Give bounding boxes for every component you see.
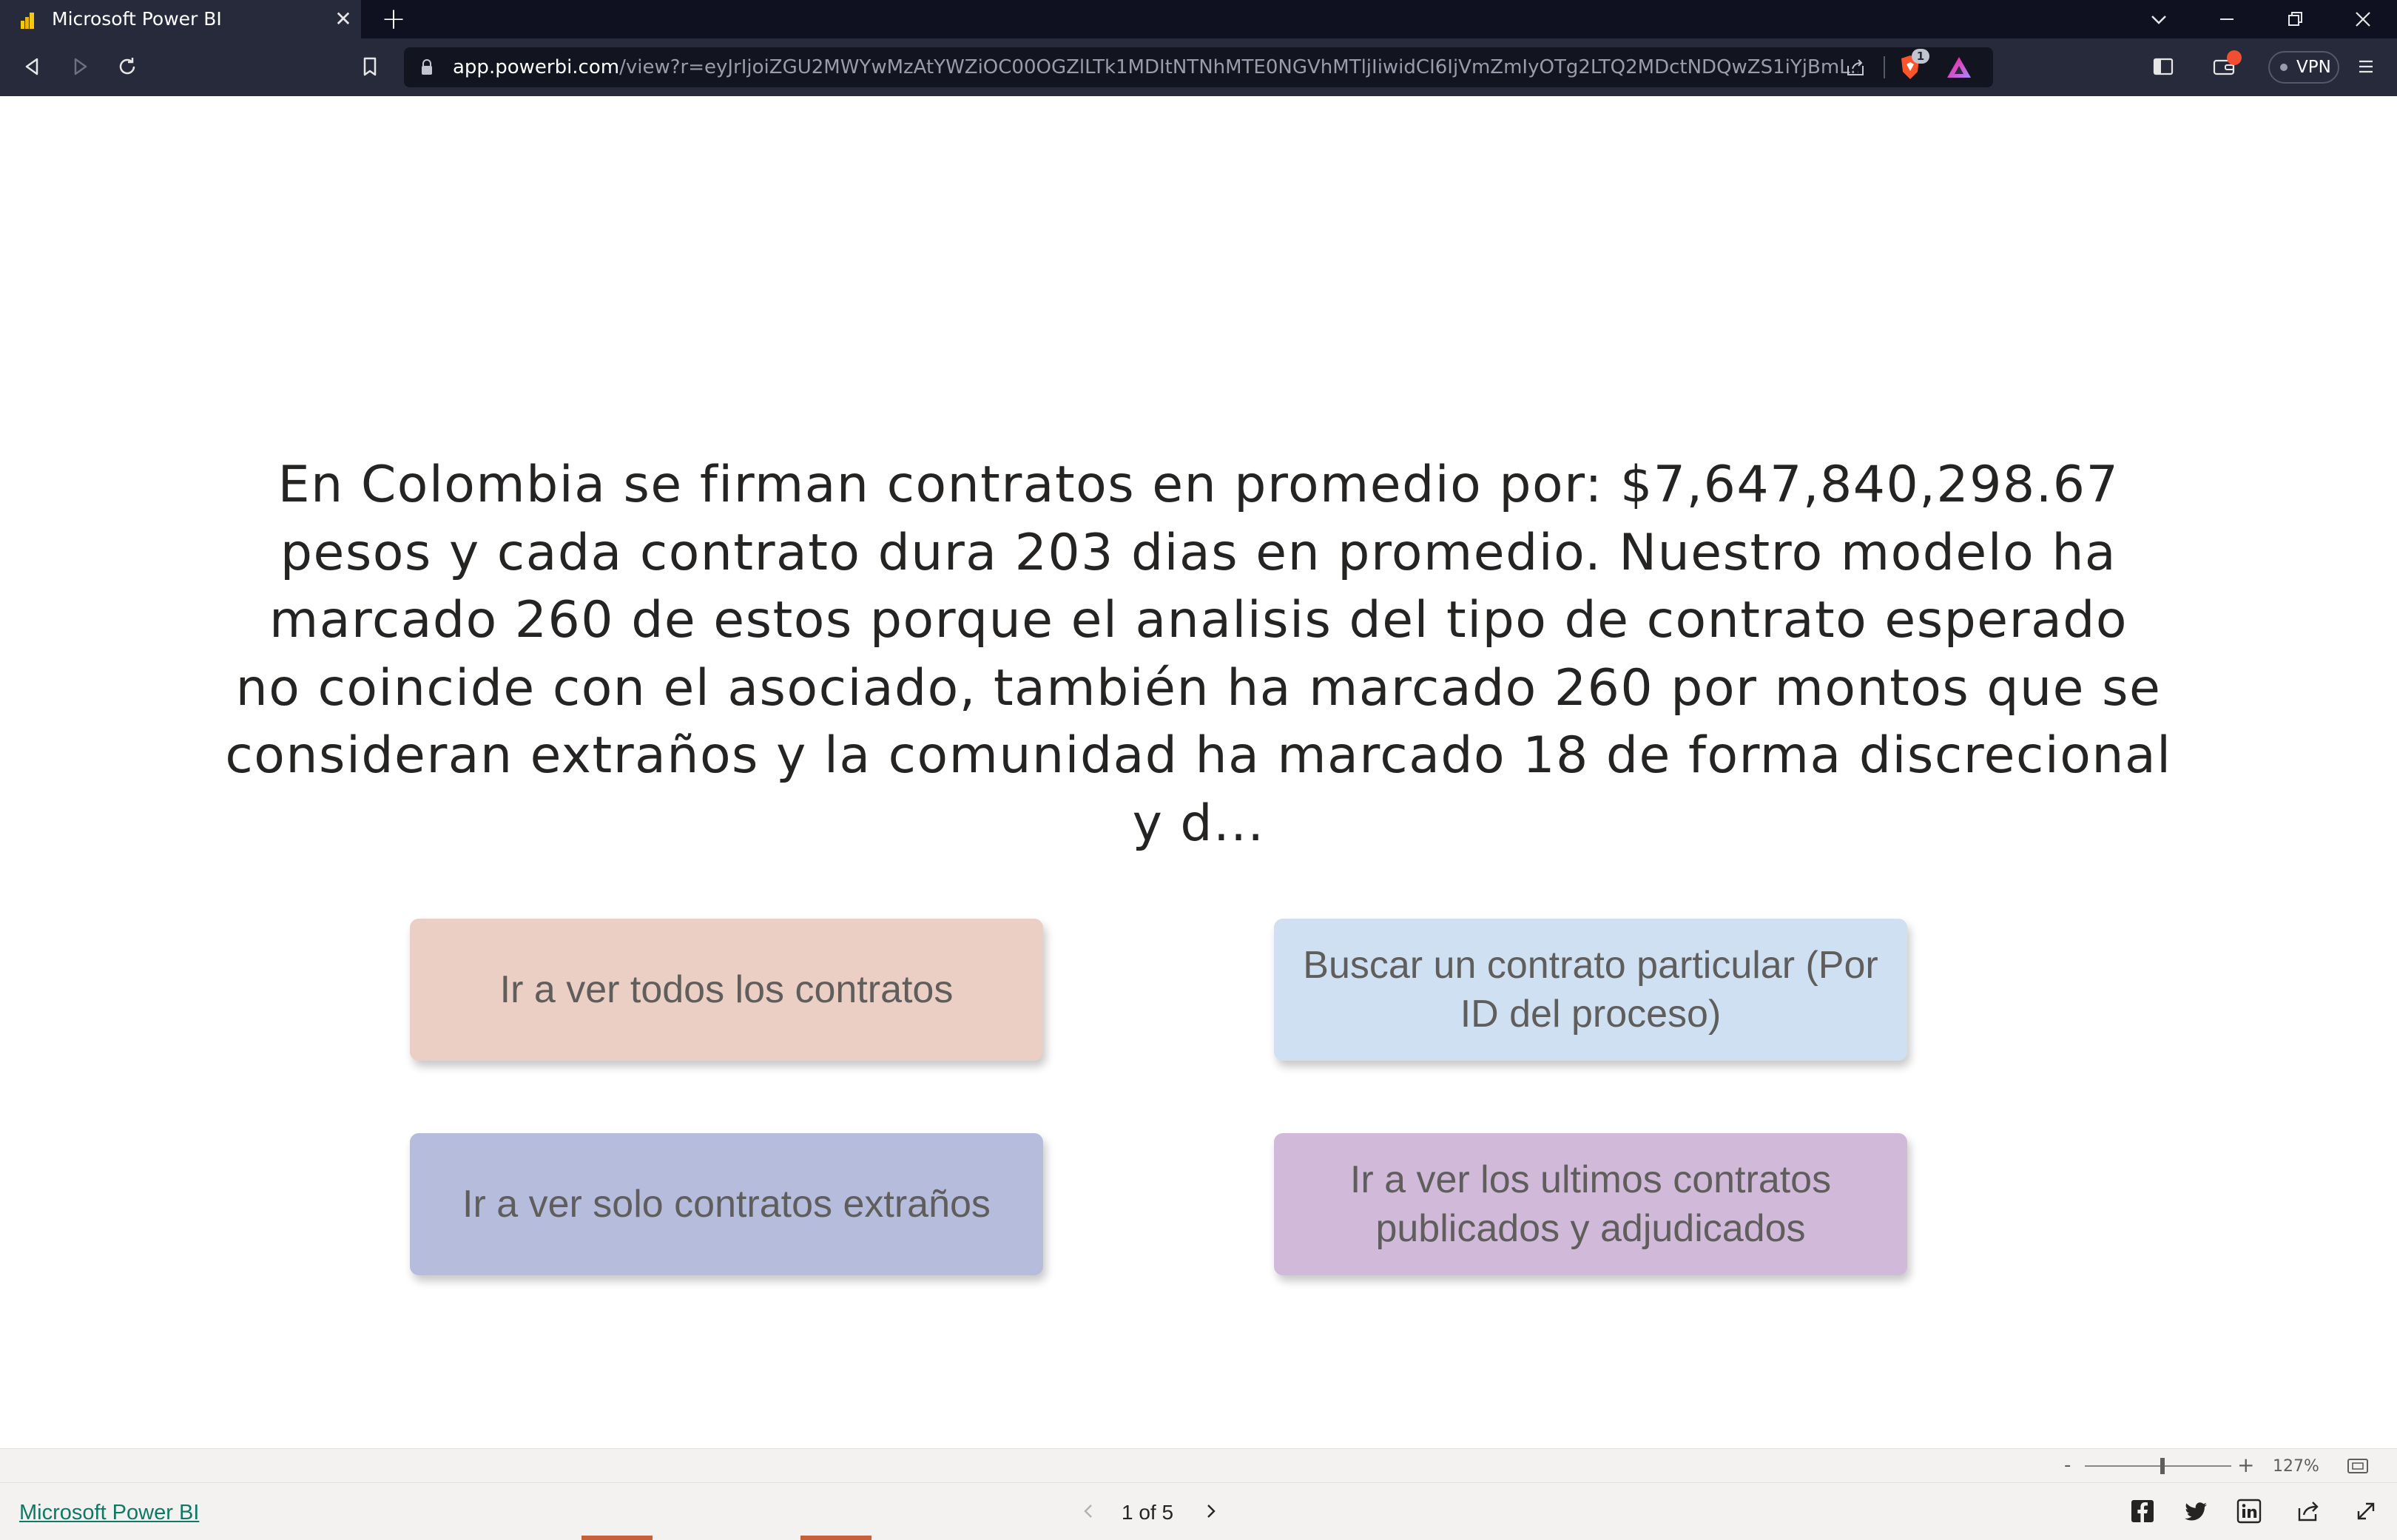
facebook-icon[interactable]: [2129, 1498, 2156, 1524]
zoom-slider-track[interactable]: [2085, 1465, 2231, 1467]
linkedin-icon[interactable]: [2236, 1498, 2262, 1524]
close-window-icon[interactable]: [2348, 4, 2378, 34]
taskbar-indicator: [581, 1536, 653, 1540]
fit-to-page-icon[interactable]: [2347, 1458, 2369, 1474]
address-bar[interactable]: app.powerbi.com/view?r=eyJrIjoiZGU2MWYwM…: [404, 47, 1993, 87]
view-latest-contracts-button[interactable]: Ir a ver los ultimos contratos publicado…: [1274, 1133, 1907, 1275]
summary-line: marcado 260 de estos porque el analisis …: [269, 591, 2128, 649]
url-text[interactable]: app.powerbi.com/view?r=eyJrIjoiZGU2MWYwM…: [453, 54, 1858, 81]
summary-line: no coincide con el asociado, también ha …: [235, 658, 2162, 717]
sidebar-icon[interactable]: [2148, 52, 2178, 81]
report-canvas: En Colombia se firman contratos en prome…: [0, 96, 2397, 1448]
taskbar-indicator: [800, 1536, 872, 1540]
powerbi-logo-icon: [21, 13, 34, 29]
new-tab-button[interactable]: +: [379, 4, 408, 34]
summary-line: En Colombia se firman contratos en prome…: [277, 456, 2120, 514]
back-icon[interactable]: [18, 52, 47, 81]
tab-bar: Microsoft Power BI ✕ +: [0, 0, 2397, 38]
url-host: app.powerbi.com: [453, 56, 620, 78]
bookmark-icon[interactable]: [355, 52, 385, 81]
browser-toolbar: app.powerbi.com/view?r=eyJrIjoiZGU2MWYwM…: [0, 38, 2397, 96]
restore-icon[interactable]: [2280, 4, 2310, 34]
zoom-in-button[interactable]: +: [2237, 1453, 2254, 1477]
zoom-bar: - + 127%: [0, 1448, 2397, 1482]
lock-icon: [422, 59, 432, 75]
search-contract-button[interactable]: Buscar un contrato particular (Por ID de…: [1274, 919, 1907, 1061]
powerbi-brand-link[interactable]: Microsoft Power BI: [19, 1499, 199, 1526]
report-footer: Microsoft Power BI 1 of 5: [0, 1482, 2397, 1540]
tab-title: Microsoft Power BI: [52, 8, 222, 30]
summary-text: En Colombia se firman contratos en prome…: [222, 451, 2175, 857]
zoom-slider-thumb[interactable]: [2160, 1458, 2165, 1474]
minimize-icon[interactable]: [2212, 4, 2242, 34]
previous-page-icon[interactable]: [1077, 1498, 1099, 1524]
view-all-contracts-button[interactable]: Ir a ver todos los contratos: [410, 919, 1043, 1061]
zoom-level: 127%: [2273, 1457, 2319, 1476]
view-strange-contracts-button[interactable]: Ir a ver solo contratos extraños: [410, 1133, 1043, 1275]
page-indicator: 1 of 5: [1122, 1501, 1174, 1524]
url-divider: [1884, 56, 1885, 78]
summary-line: consideran extraños y la comunidad ha ma…: [225, 726, 2172, 853]
vpn-label: VPN: [2296, 58, 2331, 77]
brave-rewards-icon[interactable]: [1946, 55, 1972, 79]
share-icon[interactable]: [1844, 55, 1867, 79]
menu-icon[interactable]: [2353, 53, 2379, 80]
next-page-icon[interactable]: [1200, 1498, 1222, 1524]
close-tab-icon[interactable]: ✕: [331, 7, 355, 31]
vpn-status-dot: [2280, 64, 2288, 71]
fullscreen-icon[interactable]: [2353, 1498, 2379, 1524]
wallet-notification-dot: [2227, 50, 2242, 65]
summary-line: pesos y cada contrato dura 203 dias en p…: [280, 523, 2117, 582]
vpn-button[interactable]: VPN: [2268, 51, 2339, 84]
browser-tab[interactable]: Microsoft Power BI ✕: [0, 0, 361, 38]
tab-search-chevron-icon[interactable]: [2144, 4, 2174, 34]
reload-icon[interactable]: [112, 52, 142, 81]
url-path: /view?r=eyJrIjoiZGU2MWYwMzAtYWZiOC00OGZl…: [619, 56, 1858, 78]
share-icon[interactable]: [2295, 1498, 2322, 1524]
zoom-out-button[interactable]: -: [2064, 1453, 2071, 1477]
twitter-icon[interactable]: [2182, 1498, 2209, 1524]
shield-count-badge: 1: [1912, 49, 1929, 64]
forward-icon[interactable]: [65, 52, 95, 81]
